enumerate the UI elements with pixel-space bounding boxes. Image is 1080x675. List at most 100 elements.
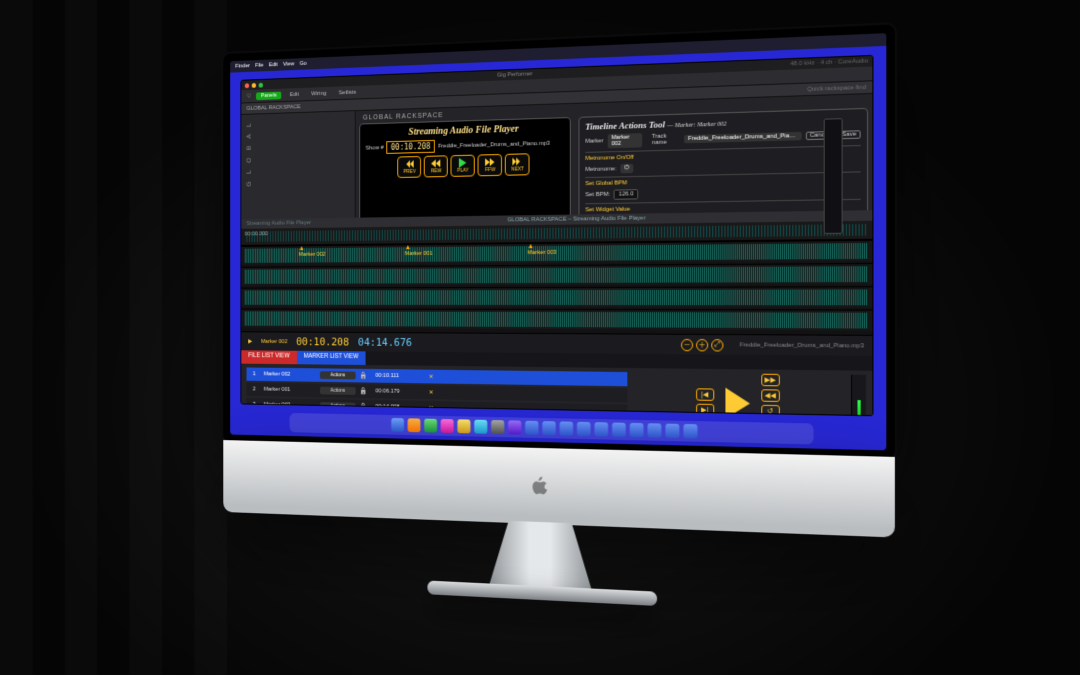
dock-app-icon[interactable] [391, 418, 404, 432]
row-index: 1 [248, 371, 260, 377]
row-action[interactable]: Actions [320, 387, 356, 395]
dock-app-icon[interactable] [665, 424, 679, 439]
play-icon [457, 158, 468, 168]
play-button[interactable]: PLAY [451, 155, 475, 177]
desktop: Finder File Edit View Go Gig Performer 4… [230, 33, 886, 450]
zoom-icon[interactable] [259, 82, 263, 87]
dock-app-icon[interactable] [491, 420, 504, 434]
dock-app-icon[interactable] [440, 419, 453, 433]
streaming-audio-player: Streaming Audio File Player Show # 00:10… [359, 117, 570, 221]
dock-app-icon[interactable] [647, 423, 661, 438]
apple-logo-icon [529, 475, 550, 498]
widget-heading: Set Widget Value [585, 207, 630, 214]
safp-timecode: 00:10.208 [386, 140, 435, 154]
marker-list-panel: 1 Marker 002 Actions 00:10.111 ✕ 2 Mark [241, 364, 872, 417]
tc-current: 00:10.208 [296, 335, 349, 348]
floating-meter[interactable] [824, 118, 843, 234]
dock-app-icon[interactable] [457, 419, 470, 433]
lock-icon[interactable] [359, 387, 372, 395]
level-bar [857, 400, 860, 417]
bpm-value-spinner[interactable]: 126.0 [614, 189, 639, 200]
dock-app-icon[interactable] [424, 419, 437, 433]
prev-button[interactable]: PREV [398, 156, 422, 178]
dock-app-icon[interactable] [612, 422, 626, 436]
next-button[interactable]: NEXT [505, 153, 530, 175]
dock-app-icon[interactable] [629, 423, 643, 438]
metro-toggle[interactable]: ⏻ [620, 164, 633, 173]
ffw-icon[interactable]: ▶▶ [761, 374, 780, 387]
minimize-icon[interactable] [252, 83, 256, 88]
dock-app-icon[interactable] [577, 422, 591, 436]
marker-list-tab[interactable]: MARKER LIST VIEW [297, 351, 366, 365]
zoom-out-icon[interactable]: － [681, 338, 693, 350]
rew-icon[interactable]: ◀◀ [761, 389, 780, 402]
delete-icon[interactable]: ✕ [425, 373, 438, 380]
divider [585, 145, 860, 153]
row-name: Marker 001 [264, 387, 317, 394]
file-list-tab[interactable]: FILE LIST VIEW [241, 350, 296, 364]
big-transport: |◀ ▶| ▶▶ ◀◀ ↺ ■ [634, 372, 845, 416]
file-name-small: Freddie_Freeloader_Drums_and_Piano.mp3 [740, 342, 864, 349]
tab-wiring[interactable]: Wiring [308, 89, 330, 98]
dock-app-icon[interactable] [542, 421, 555, 435]
menubar-item[interactable]: View [283, 61, 294, 67]
close-icon[interactable] [245, 83, 249, 88]
output-meter [851, 375, 866, 416]
loop-icon[interactable]: ↺ [761, 405, 780, 416]
audio-status: 48.0 kHz · 4 ch · CoreAudio [790, 58, 868, 67]
dock-app-icon[interactable] [594, 422, 608, 436]
ffw-button[interactable]: FFW [478, 154, 502, 176]
panels-button[interactable]: Panels [256, 91, 281, 100]
dock-app-icon[interactable] [474, 420, 487, 434]
next-icon [512, 156, 523, 166]
lock-icon[interactable] [359, 403, 372, 411]
row-name: Marker 002 [264, 371, 317, 377]
mac-dock[interactable] [289, 413, 813, 444]
timeline-editor: Streaming Audio File Player GLOBAL RACKS… [241, 210, 872, 416]
delete-icon[interactable]: ✕ [425, 404, 438, 411]
dock-app-icon[interactable] [508, 420, 521, 434]
menubar-item[interactable]: Finder [235, 63, 250, 69]
play-label: PLAY [457, 168, 469, 174]
rew-button[interactable]: REW [424, 155, 448, 177]
row-index: 2 [248, 386, 260, 392]
safp-filename: Freddie_Freeloader_Drums_and_Piano.mp3 [438, 140, 564, 149]
big-play-button[interactable] [720, 385, 755, 416]
row-time: 00:10.111 [375, 373, 421, 379]
zoom-controls: － ＋ ⤢ [681, 338, 723, 351]
metro-heading: Metronome On/Off [585, 155, 634, 162]
tab-setlists[interactable]: Setlists [335, 88, 359, 97]
row-action[interactable]: Actions [320, 371, 356, 379]
bpm-label: Set BPM: [585, 192, 610, 198]
row-action[interactable]: Actions [320, 402, 356, 410]
menubar-item[interactable]: File [255, 63, 263, 69]
imac-frame: Finder File Edit View Go Gig Performer 4… [223, 24, 895, 575]
divider [585, 199, 860, 204]
prev-icon [404, 159, 415, 169]
skip-back-icon[interactable]: |◀ [696, 388, 714, 401]
tab-edit[interactable]: Edit [286, 90, 302, 98]
lock-icon[interactable] [359, 372, 372, 380]
dock-app-icon[interactable] [525, 421, 538, 435]
transport-controls: PREV REW PLAY [366, 152, 564, 178]
dock-app-icon[interactable] [559, 421, 573, 435]
search-hint: Quick rackspace find [807, 84, 866, 92]
menubar-item[interactable]: Go [300, 61, 307, 67]
zoom-in-icon[interactable]: ＋ [696, 338, 708, 350]
dock-app-icon[interactable] [683, 424, 697, 439]
save-button[interactable]: Save [838, 130, 861, 139]
delete-icon[interactable]: ✕ [425, 389, 438, 396]
metro-label: Metronome: [585, 166, 616, 173]
traffic-lights[interactable] [245, 82, 263, 87]
divider [585, 171, 860, 178]
menubar-item[interactable]: Edit [269, 62, 278, 68]
tat-marker-lbl: Marker [585, 138, 603, 145]
safp-show-label: Show # [366, 145, 384, 151]
ffw-label: FFW [485, 167, 495, 173]
dock-app-icon[interactable] [407, 418, 420, 432]
zoom-fit-icon[interactable]: ⤢ [711, 339, 723, 351]
cancel-button[interactable]: Cancel [805, 131, 833, 140]
next-label: NEXT [511, 166, 524, 172]
skip-forward-icon[interactable]: ▶| [696, 404, 714, 417]
multitrack-waveform[interactable]: Marker 002 Marker 001 Marker 003 [241, 240, 872, 335]
